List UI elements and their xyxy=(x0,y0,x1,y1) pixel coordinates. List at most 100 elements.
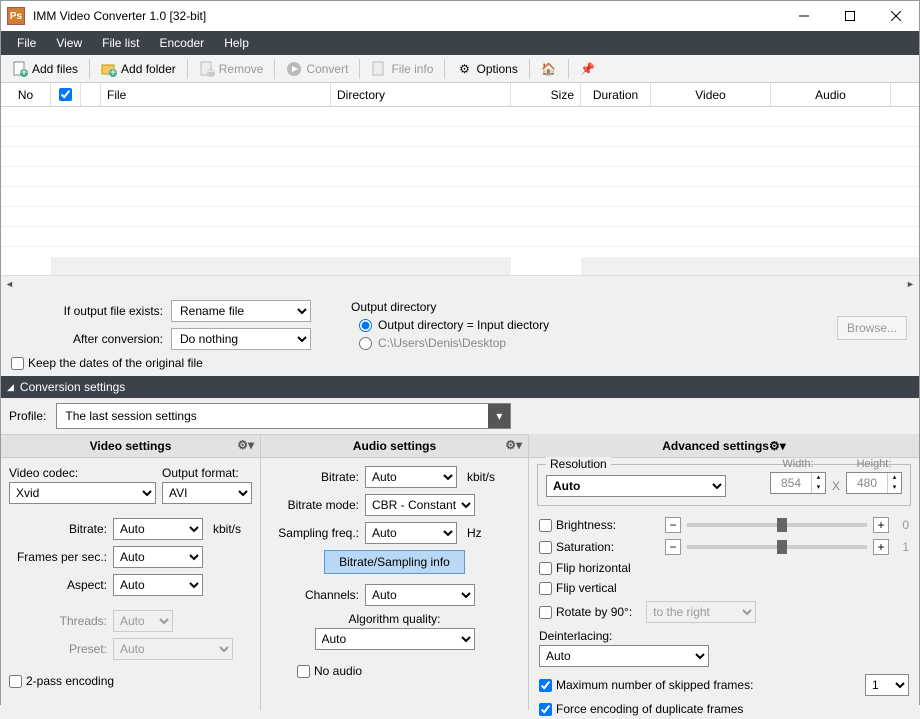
col-video[interactable]: Video xyxy=(651,83,771,106)
profile-select[interactable]: The last session settings ▾ xyxy=(56,403,511,429)
col-directory[interactable]: Directory xyxy=(331,83,511,106)
menu-view[interactable]: View xyxy=(46,31,92,55)
col-duration[interactable]: Duration xyxy=(581,83,651,106)
menu-filelist[interactable]: File list xyxy=(92,31,149,55)
gear-icon: ⚙ xyxy=(456,61,472,77)
resolution-select[interactable]: Auto xyxy=(546,475,726,497)
saturation-slider[interactable] xyxy=(687,545,867,549)
brightness-slider[interactable] xyxy=(687,523,867,527)
sampling-freq-unit: Hz xyxy=(467,526,482,540)
select-all-checkbox[interactable] xyxy=(59,88,72,101)
close-button[interactable] xyxy=(873,1,919,31)
saturation-minus[interactable]: − xyxy=(665,539,681,555)
channels-select[interactable]: Auto xyxy=(365,584,475,606)
svg-text:+: + xyxy=(20,65,27,77)
scroll-right-icon[interactable]: ► xyxy=(902,276,919,293)
video-bitrate-label: Bitrate: xyxy=(9,522,107,536)
add-files-button[interactable]: + Add files xyxy=(5,58,85,80)
brightness-value: 0 xyxy=(895,518,909,532)
conversion-settings-title: Conversion settings xyxy=(20,380,125,394)
audio-gear-icon[interactable]: ⚙▾ xyxy=(505,438,522,452)
remove-label: Remove xyxy=(219,62,264,76)
flip-vertical-checkbox[interactable] xyxy=(539,582,552,595)
output-format-label: Output format: xyxy=(162,466,252,480)
fps-select[interactable]: Auto xyxy=(113,546,203,568)
audio-bitrate-select[interactable]: Auto xyxy=(365,466,457,488)
two-pass-checkbox[interactable] xyxy=(9,675,22,688)
video-bitrate-select[interactable]: Auto xyxy=(113,518,203,540)
home-button[interactable]: 🏠 xyxy=(534,58,564,80)
add-folder-button[interactable]: + Add folder xyxy=(94,58,183,80)
col-no[interactable]: No xyxy=(1,83,51,106)
brightness-minus[interactable]: − xyxy=(665,517,681,533)
output-eq-input-label: Output directory = Input diectory xyxy=(378,318,549,332)
saturation-value: 1 xyxy=(895,540,909,554)
minimize-button[interactable] xyxy=(781,1,827,31)
width-spinner[interactable]: 854▴▾ xyxy=(770,472,826,494)
maximize-button[interactable] xyxy=(827,1,873,31)
col-check[interactable] xyxy=(51,83,81,106)
no-audio-checkbox[interactable] xyxy=(297,665,310,678)
deinterlacing-select[interactable]: Auto xyxy=(539,645,709,667)
add-folder-icon: + xyxy=(101,61,117,77)
brightness-checkbox[interactable] xyxy=(539,519,552,532)
flip-horizontal-label: Flip horizontal xyxy=(556,561,631,575)
output-eq-input-radio[interactable] xyxy=(359,319,372,332)
bitrate-mode-select[interactable]: CBR - Constant xyxy=(365,494,475,516)
threads-label: Threads: xyxy=(9,614,107,628)
svg-text:−: − xyxy=(207,64,214,77)
rotate-label: Rotate by 90°: xyxy=(556,605,632,619)
max-skipped-select[interactable]: 1 xyxy=(865,674,909,696)
sampling-freq-select[interactable]: Auto xyxy=(365,522,457,544)
toolbar: + Add files + Add folder − Remove Conver… xyxy=(1,55,919,83)
output-path-radio[interactable] xyxy=(359,337,372,350)
aspect-label: Aspect: xyxy=(9,578,107,592)
output-format-select[interactable]: AVI xyxy=(162,482,252,504)
bitrate-sampling-info-button[interactable]: Bitrate/Sampling info xyxy=(324,550,465,574)
video-codec-select[interactable]: Xvid xyxy=(9,482,156,504)
advanced-gear-icon[interactable]: ⚙▾ xyxy=(769,439,786,453)
video-gear-icon[interactable]: ⚙▾ xyxy=(237,438,254,452)
brightness-plus[interactable]: + xyxy=(873,517,889,533)
algorithm-quality-select[interactable]: Auto xyxy=(315,628,475,650)
options-label: Options xyxy=(476,62,517,76)
menu-file[interactable]: File xyxy=(7,31,46,55)
force-duplicate-checkbox[interactable] xyxy=(539,703,552,716)
scroll-left-icon[interactable]: ◄ xyxy=(1,276,18,293)
add-folder-label: Add folder xyxy=(121,62,176,76)
max-skipped-checkbox[interactable] xyxy=(539,679,552,692)
height-label: Height: xyxy=(846,458,902,470)
saturation-checkbox[interactable] xyxy=(539,541,552,554)
menu-encoder[interactable]: Encoder xyxy=(149,31,214,55)
pin-button[interactable]: 📌 xyxy=(573,58,603,80)
if-exists-select[interactable]: Rename file xyxy=(171,300,311,322)
remove-button[interactable]: − Remove xyxy=(192,58,271,80)
saturation-plus[interactable]: + xyxy=(873,539,889,555)
keep-dates-checkbox[interactable] xyxy=(11,357,24,370)
options-button[interactable]: ⚙ Options xyxy=(449,58,524,80)
menu-bar: File View File list Encoder Help xyxy=(1,31,919,55)
height-spinner[interactable]: 480▴▾ xyxy=(846,472,902,494)
col-audio[interactable]: Audio xyxy=(771,83,891,106)
rotate-direction-select: to the right xyxy=(646,601,756,623)
file-info-button[interactable]: File info xyxy=(364,58,440,80)
col-size[interactable]: Size xyxy=(511,83,581,106)
deinterlacing-label: Deinterlacing: xyxy=(529,626,919,643)
output-directory-label: Output directory xyxy=(351,300,909,314)
horizontal-scrollbar[interactable]: ◄ ► xyxy=(1,275,919,292)
col-file[interactable]: File xyxy=(101,83,331,106)
convert-button[interactable]: Convert xyxy=(279,58,355,80)
aspect-select[interactable]: Auto xyxy=(113,574,203,596)
after-conversion-select[interactable]: Do nothing xyxy=(171,328,311,350)
chevron-down-icon[interactable]: ▾ xyxy=(488,404,510,428)
browse-button[interactable]: Browse... xyxy=(837,316,907,340)
no-audio-label: No audio xyxy=(314,664,362,678)
conversion-settings-bar[interactable]: ◢ Conversion settings xyxy=(1,376,919,398)
flip-horizontal-checkbox[interactable] xyxy=(539,562,552,575)
col-icon[interactable] xyxy=(81,83,101,106)
rotate-checkbox[interactable] xyxy=(539,606,552,619)
max-skipped-label: Maximum number of skipped frames: xyxy=(556,678,753,692)
menu-help[interactable]: Help xyxy=(214,31,259,55)
after-conversion-label: After conversion: xyxy=(11,332,171,346)
table-footer xyxy=(1,257,919,275)
